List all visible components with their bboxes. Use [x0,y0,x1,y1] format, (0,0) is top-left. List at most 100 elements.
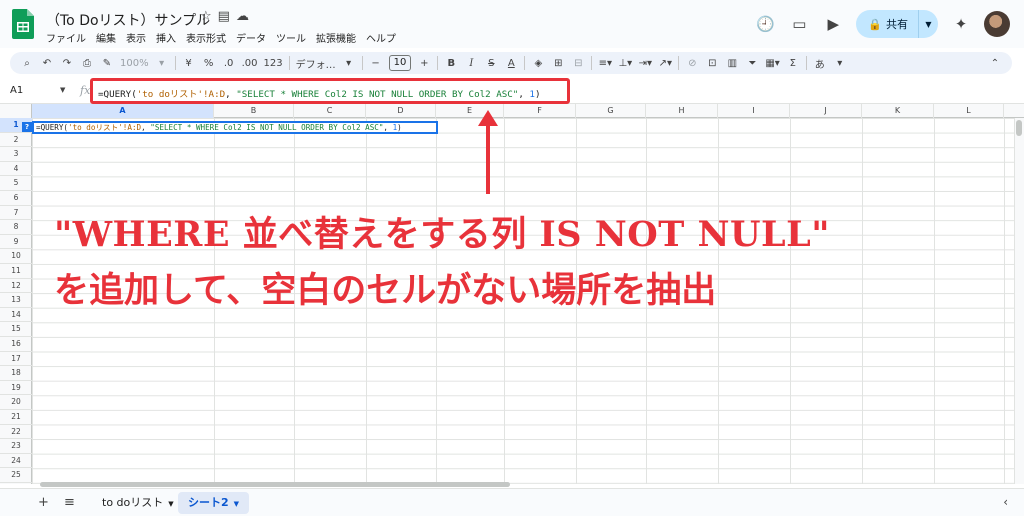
row-header[interactable]: 10 [0,249,32,264]
row-header[interactable]: 8 [0,220,32,235]
decrease-decimal-button[interactable]: .0 [222,58,236,69]
paint-format-icon[interactable]: ✎ [100,58,114,69]
row-header[interactable]: 5 [0,176,32,191]
strikethrough-button[interactable]: S [484,58,498,69]
functions-button[interactable]: Σ [786,58,800,69]
name-box[interactable]: A1 [10,85,23,96]
insert-link-icon[interactable]: ⊘ [685,58,699,69]
row-header[interactable]: 23 [0,439,32,454]
collapse-sidebar-button[interactable]: ‹ [1003,495,1008,509]
add-sheet-button[interactable]: + [38,495,49,510]
move-folder-icon[interactable]: ▤ [218,9,230,24]
column-header-d[interactable]: D [366,104,436,118]
text-rotation-icon[interactable]: ↗▾ [658,58,672,69]
name-box-dropdown-icon[interactable]: ▼ [60,86,65,94]
horizontal-scrollbar[interactable] [40,482,510,487]
text-color-button[interactable]: A [504,58,518,69]
select-all-corner[interactable] [0,104,32,118]
column-header-f[interactable]: F [504,104,576,118]
sheet-tab-todo[interactable]: to doリスト ▼ [92,492,184,514]
row-header[interactable]: 15 [0,322,32,337]
star-icon[interactable]: ☆ [200,9,212,24]
row-header[interactable]: 25 [0,468,32,483]
filter-views-icon[interactable]: ▦▾ [765,58,779,69]
menu-insert[interactable]: 挿入 [156,30,176,45]
menu-format[interactable]: 表示形式 [186,30,226,45]
menu-view[interactable]: 表示 [126,30,146,45]
formula-help-icon[interactable]: ? [22,122,32,132]
row-header[interactable]: 17 [0,352,32,367]
row-header[interactable]: 21 [0,410,32,425]
history-icon[interactable]: 🕘 [754,15,776,33]
row-header[interactable]: 9 [0,235,32,250]
column-header-j[interactable]: J [790,104,862,118]
avatar[interactable] [984,11,1010,37]
filter-icon[interactable]: ⏷ [745,58,759,69]
row-header[interactable]: 12 [0,279,32,294]
insert-comment-icon[interactable]: ⊡ [705,58,719,69]
zoom-select[interactable]: 100% [120,58,149,69]
menu-extensions[interactable]: 拡張機能 [316,30,356,45]
redo-icon[interactable]: ↷ [60,58,74,69]
chevron-down-icon[interactable]: ▼ [234,500,239,508]
bold-button[interactable]: B [444,58,458,69]
font-select[interactable]: デフォ… [296,56,336,71]
borders-icon[interactable]: ⊞ [551,58,565,69]
row-header[interactable]: 24 [0,454,32,469]
row-header[interactable]: 14 [0,308,32,323]
column-header-k[interactable]: K [862,104,934,118]
sheets-logo-icon[interactable] [12,9,34,39]
comments-icon[interactable]: ▭ [788,15,810,33]
text-wrap-icon[interactable]: ⇥▾ [638,58,652,69]
row-header[interactable]: 6 [0,191,32,206]
menu-file[interactable]: ファイル [46,30,86,45]
column-header-l[interactable]: L [934,104,1004,118]
cloud-status-icon[interactable]: ☁ [236,9,249,24]
italic-button[interactable]: I [464,58,478,69]
menu-help[interactable]: ヘルプ [366,30,396,45]
percent-format-button[interactable]: % [202,58,216,69]
sheet-tab-sheet2[interactable]: シート2 ▼ [178,492,250,514]
horizontal-align-icon[interactable]: ≡▾ [598,58,612,69]
meet-icon[interactable]: ▶ [822,15,844,33]
row-header[interactable]: 20 [0,395,32,410]
vertical-scrollbar[interactable] [1016,120,1022,136]
column-header-c[interactable]: C [294,104,366,118]
row-header[interactable]: 13 [0,293,32,308]
row-header[interactable]: 4 [0,162,32,177]
share-button[interactable]: 🔒 共有 ▼ [856,10,938,38]
row-header[interactable]: 18 [0,366,32,381]
print-icon[interactable]: ⎙ [80,58,94,69]
fill-color-icon[interactable]: ◈ [531,58,545,69]
row-header[interactable]: 3 [0,147,32,162]
row-header[interactable]: 7 [0,206,32,221]
document-title[interactable]: （To Doリスト）サンプル [46,10,210,30]
row-header[interactable]: 16 [0,337,32,352]
row-header[interactable]: 19 [0,381,32,396]
share-main-button[interactable]: 🔒 共有 [856,10,918,38]
vertical-align-icon[interactable]: ⊥▾ [618,58,632,69]
column-header-a[interactable]: A [32,104,214,118]
increase-decimal-button[interactable]: .00 [242,58,258,69]
font-size-increase-button[interactable]: + [417,58,431,69]
column-header-h[interactable]: H [646,104,718,118]
menu-edit[interactable]: 編集 [96,30,116,45]
row-header[interactable]: 22 [0,425,32,440]
share-dropdown-icon[interactable]: ▼ [918,10,938,38]
cell-a1-editor[interactable]: =QUERY('to doリスト'!A:D, "SELECT * WHERE C… [32,121,438,134]
collapse-menus-icon[interactable]: ⌃ [988,58,1002,69]
column-header-i[interactable]: I [718,104,790,118]
all-sheets-button[interactable]: ≡ [64,495,75,510]
menu-tools[interactable]: ツール [276,30,306,45]
chevron-down-icon[interactable]: ▼ [168,500,173,508]
menu-data[interactable]: データ [236,30,266,45]
undo-icon[interactable]: ↶ [40,58,54,69]
font-size-input[interactable]: 10 [388,55,412,71]
row-header[interactable]: 2 [0,133,32,148]
input-tools-button[interactable]: あ [813,56,827,71]
row-header[interactable]: 11 [0,264,32,279]
column-header-b[interactable]: B [214,104,294,118]
merge-cells-icon[interactable]: ⊟ [571,58,585,69]
currency-format-button[interactable]: ¥ [182,58,196,69]
number-format-button[interactable]: 123 [264,58,283,69]
